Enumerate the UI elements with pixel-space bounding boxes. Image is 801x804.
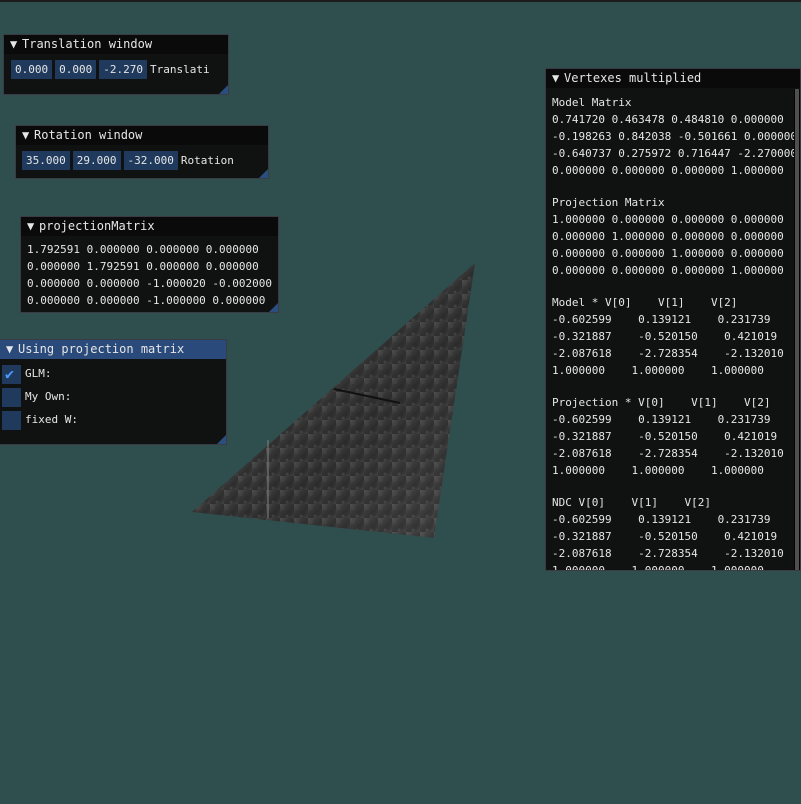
vertex-text-line: -0.321887 -0.520150 0.421019 bbox=[552, 430, 778, 443]
glm-label: GLM: bbox=[25, 367, 52, 380]
matrix-row: 1.792591 0.000000 0.000000 0.000000 bbox=[27, 243, 259, 256]
vertex-text-line: 1.000000 0.000000 0.000000 0.000000 bbox=[552, 213, 784, 226]
projection-matrix-title: projectionMatrix bbox=[39, 219, 155, 233]
vertex-text-line: -0.602599 0.139121 0.231739 bbox=[552, 313, 771, 326]
vertex-text-line: 1.000000 1.000000 1.000000 bbox=[552, 364, 764, 377]
vertex-text-line: -0.602599 0.139121 0.231739 bbox=[552, 513, 771, 526]
fixed-w-option[interactable]: fixed W: bbox=[0, 410, 226, 433]
using-projection-titlebar[interactable]: ▼ Using projection matrix bbox=[0, 340, 226, 359]
vertex-text-line: -0.198263 0.842038 -0.501661 0.000000 bbox=[552, 130, 798, 143]
translation-y-input[interactable]: 0.000 bbox=[55, 60, 97, 79]
fixed-w-label: fixed W: bbox=[25, 413, 78, 426]
translation-z-input[interactable]: -2.270 bbox=[99, 60, 147, 79]
vertex-text-line: 0.000000 0.000000 0.000000 1.000000 bbox=[552, 164, 784, 177]
vertex-text-line: 0.741720 0.463478 0.484810 0.000000 bbox=[552, 113, 784, 126]
matrix-row: 0.000000 0.000000 -1.000000 0.000000 bbox=[27, 294, 266, 307]
vertexes-title: Vertexes multiplied bbox=[564, 71, 702, 85]
vertex-text-line: Projection * V[0] V[1] V[2] bbox=[552, 396, 771, 409]
checkmark-icon: ✔ bbox=[5, 364, 15, 383]
vertexes-content: Model Matrix 0.741720 0.463478 0.484810 0… bbox=[546, 88, 800, 571]
vertex-text-line: -0.321887 -0.520150 0.421019 bbox=[552, 530, 778, 543]
vertex-text-line: -2.087618 -2.728354 -2.132010 bbox=[552, 547, 784, 560]
vertexes-window[interactable]: ▼ Vertexes multiplied Model Matrix 0.74172… bbox=[545, 68, 801, 571]
scrollbar-thumb[interactable] bbox=[795, 89, 799, 570]
vertex-text-line: Projection Matrix bbox=[552, 196, 665, 209]
rotation-window-title: Rotation window bbox=[34, 128, 143, 142]
resize-grip[interactable] bbox=[219, 85, 228, 94]
translation-x-input[interactable]: 0.000 bbox=[11, 60, 53, 79]
collapse-arrow-icon[interactable]: ▼ bbox=[22, 126, 34, 145]
collapse-arrow-icon[interactable]: ▼ bbox=[27, 217, 39, 236]
vertex-text-line: -0.321887 -0.520150 0.421019 bbox=[552, 330, 778, 343]
rotation-window[interactable]: ▼ Rotation window 35.000 29.000 -32.000 Rota… bbox=[15, 125, 269, 179]
vertex-text-line: 0.000000 1.000000 0.000000 0.000000 bbox=[552, 230, 784, 243]
my-own-label: My Own: bbox=[25, 390, 72, 403]
vertex-text-line: -0.602599 0.139121 0.231739 bbox=[552, 413, 771, 426]
vertex-text-line: -2.087618 -2.728354 -2.132010 bbox=[552, 447, 784, 460]
fixed-w-checkbox[interactable] bbox=[2, 410, 21, 430]
vertex-text-line: 1.000000 1.000000 1.000000 bbox=[552, 464, 764, 477]
translation-window[interactable]: ▼ Translation window 0.000 0.000 -2.270 Tran… bbox=[3, 34, 229, 95]
vertex-text-line: 0.000000 0.000000 0.000000 1.000000 bbox=[552, 264, 784, 277]
translation-label: Translati bbox=[150, 63, 210, 76]
collapse-arrow-icon[interactable]: ▼ bbox=[6, 340, 18, 359]
vertex-text-line: Model Matrix bbox=[552, 96, 632, 109]
vertex-text-line: -0.640737 0.275972 0.716447 -2.270000 bbox=[552, 147, 798, 160]
vertex-text-line: 1.000000 1.000000 1.000000 bbox=[552, 564, 764, 571]
glm-option[interactable]: ✔ GLM: bbox=[0, 364, 226, 387]
vertical-scrollbar[interactable] bbox=[794, 89, 800, 570]
resize-grip[interactable] bbox=[217, 435, 226, 444]
projection-matrix-titlebar[interactable]: ▼ projectionMatrix bbox=[21, 217, 278, 236]
resize-grip[interactable] bbox=[269, 303, 278, 312]
rotation-label: Rotation bbox=[180, 154, 234, 167]
resize-grip[interactable] bbox=[259, 169, 268, 178]
rotation-z-input[interactable]: -32.000 bbox=[123, 151, 178, 170]
vertex-text-line: NDC V[0] V[1] V[2] bbox=[552, 496, 711, 509]
vertex-text-line: 0.000000 0.000000 1.000000 0.000000 bbox=[552, 247, 784, 260]
rotation-y-input[interactable]: 29.000 bbox=[72, 151, 121, 170]
translation-window-titlebar[interactable]: ▼ Translation window bbox=[4, 35, 228, 54]
collapse-arrow-icon[interactable]: ▼ bbox=[10, 35, 22, 54]
using-projection-window[interactable]: ▼ Using projection matrix ✔ GLM: My Own: f… bbox=[0, 339, 227, 445]
using-projection-title: Using projection matrix bbox=[18, 342, 185, 356]
projection-matrix-window[interactable]: ▼ projectionMatrix 1.792591 0.000000 0.00… bbox=[20, 216, 279, 313]
my-own-option[interactable]: My Own: bbox=[0, 387, 226, 410]
vertex-text-line: Model * V[0] V[1] V[2] bbox=[552, 296, 738, 309]
vertex-text-line: -2.087618 -2.728354 -2.132010 bbox=[552, 347, 784, 360]
vertexes-titlebar[interactable]: ▼ Vertexes multiplied bbox=[546, 69, 800, 88]
rotation-x-input[interactable]: 35.000 bbox=[22, 151, 70, 170]
collapse-arrow-icon[interactable]: ▼ bbox=[552, 69, 564, 88]
matrix-row: 0.000000 0.000000 -1.000020 -0.002000 bbox=[27, 277, 273, 290]
matrix-row: 0.000000 1.792591 0.000000 0.000000 bbox=[27, 260, 259, 273]
translation-window-title: Translation window bbox=[22, 37, 153, 51]
rotation-window-titlebar[interactable]: ▼ Rotation window bbox=[16, 126, 268, 145]
glm-checkbox[interactable]: ✔ bbox=[2, 364, 21, 384]
my-own-checkbox[interactable] bbox=[2, 387, 21, 407]
